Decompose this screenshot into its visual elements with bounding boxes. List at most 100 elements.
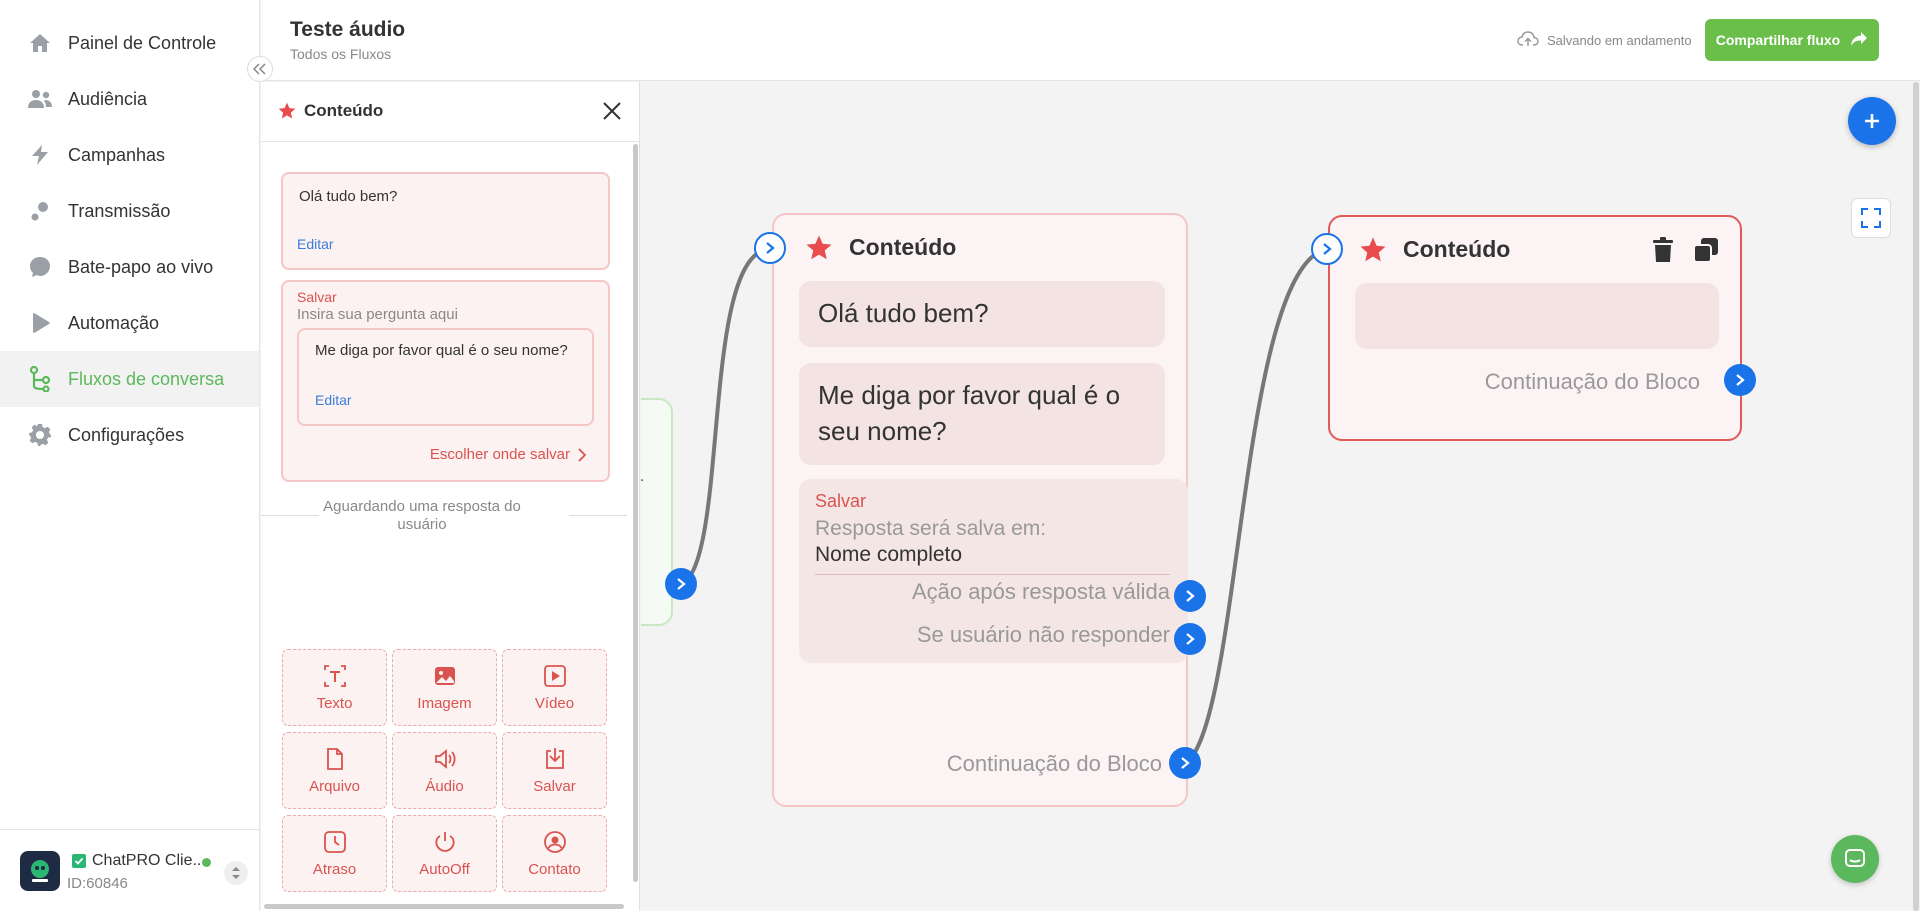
duplicate-icon[interactable] xyxy=(1693,237,1719,268)
block-continuation-port[interactable] xyxy=(1724,364,1756,396)
question-card[interactable]: Me diga por favor qual é o seu nome? Edi… xyxy=(297,328,594,426)
question-text: Me diga por favor qual é o seu nome? xyxy=(315,342,568,359)
save-question-card[interactable]: Salvar Insira sua pergunta aqui Me diga … xyxy=(281,280,610,482)
choose-save-location-link[interactable]: Escolher onde salvar xyxy=(430,446,586,463)
chatpro-logo xyxy=(20,851,60,891)
panel-title: Conteúdo xyxy=(304,101,384,120)
block-continuation-port[interactable] xyxy=(1169,747,1201,779)
close-icon[interactable] xyxy=(601,100,623,127)
saving-status: Salvando em andamento xyxy=(1517,30,1692,51)
sidebar-item-campaigns[interactable]: Campanhas xyxy=(0,127,259,183)
valid-response-port[interactable] xyxy=(1174,580,1206,612)
add-node-button[interactable] xyxy=(1848,97,1896,145)
chevron-right-icon xyxy=(1181,757,1190,769)
content-node-1[interactable]: Conteúdo Olá tudo bem? Me diga por favor… xyxy=(772,213,1188,807)
header: Teste áudio Todos os Fluxos Salvando em … xyxy=(261,0,1920,81)
add-image-button[interactable]: Imagem xyxy=(392,649,497,726)
play-icon xyxy=(26,309,54,337)
panel-header: Conteúdo xyxy=(261,82,640,142)
save-label: Salvar xyxy=(815,491,867,511)
save-hint: Insira sua pergunta aqui xyxy=(297,306,458,323)
bubble-text: Olá tudo bem? xyxy=(818,298,989,328)
node-input-port[interactable] xyxy=(1311,233,1343,265)
add-audio-button[interactable]: Áudio xyxy=(392,732,497,809)
flow-canvas[interactable]: o. Conteúdo Olá tudo bem? Me diga por fa… xyxy=(641,82,1920,911)
block-continuation-label: Continuação do Bloco xyxy=(1484,369,1700,394)
message-bubble[interactable]: Olá tudo bem? xyxy=(799,281,1165,347)
sidebar-item-label: Audiência xyxy=(68,88,148,109)
online-status-dot xyxy=(202,858,211,867)
trash-icon[interactable] xyxy=(1652,237,1674,268)
chevron-right-icon xyxy=(578,447,586,462)
tool-label: Contato xyxy=(528,861,581,878)
account-switcher[interactable]: ChatPRO Clie... ID:60846 xyxy=(0,829,259,911)
block-continuation-label: Continuação do Bloco xyxy=(946,751,1162,776)
share-arrow-icon xyxy=(1850,31,1868,50)
chevron-right-icon xyxy=(1323,243,1332,255)
sidebar-item-settings[interactable]: Configurações xyxy=(0,407,259,463)
edit-question-link[interactable]: Editar xyxy=(315,392,352,408)
sidebar-item-automation[interactable]: Automação xyxy=(0,295,259,351)
gear-icon xyxy=(26,421,54,449)
node-title: Conteúdo xyxy=(849,234,957,260)
tool-label: AutoOff xyxy=(419,861,470,878)
add-text-button[interactable]: Texto xyxy=(282,649,387,726)
add-video-button[interactable]: Vídeo xyxy=(502,649,607,726)
breadcrumb[interactable]: Todos os Fluxos xyxy=(290,46,391,62)
sidebar-item-label: Bate-papo ao vivo xyxy=(68,256,214,277)
add-delay-button[interactable]: Atraso xyxy=(282,815,387,892)
add-contact-button[interactable]: Contato xyxy=(502,815,607,892)
switch-account-icon[interactable] xyxy=(224,861,248,885)
add-save-button[interactable]: Salvar xyxy=(502,732,607,809)
divider xyxy=(815,574,1170,575)
save-download-icon xyxy=(545,748,564,769)
chevron-right-icon xyxy=(1186,590,1195,602)
message-bubble[interactable]: Me diga por favor qual é o seu nome? xyxy=(799,363,1165,465)
account-id: ID:60846 xyxy=(67,875,128,892)
account-name: ChatPRO Clie... xyxy=(92,852,206,869)
sidebar-item-label: Transmissão xyxy=(68,200,171,221)
sidebar: Painel de Controle Audiência Campanhas T… xyxy=(0,0,260,911)
sidebar-item-dashboard[interactable]: Painel de Controle xyxy=(0,15,259,71)
fit-view-button[interactable] xyxy=(1851,198,1891,238)
sidebar-item-conversation-flows[interactable]: Fluxos de conversa xyxy=(0,351,259,407)
text-icon xyxy=(323,665,346,687)
content-node-2[interactable]: Conteúdo Continuação do Bloco xyxy=(1328,215,1742,441)
sidebar-item-broadcast[interactable]: Transmissão xyxy=(0,183,259,239)
chevron-right-icon xyxy=(1186,633,1195,645)
chevron-right-icon xyxy=(1736,374,1745,386)
sidebar-item-live-chat[interactable]: Bate-papo ao vivo xyxy=(0,239,259,295)
save-label: Salvar xyxy=(297,289,337,305)
panel-vertical-scrollbar[interactable] xyxy=(633,144,638,882)
power-icon xyxy=(434,832,455,852)
save-response-section[interactable]: Salvar Resposta será salva em: Nome comp… xyxy=(799,479,1188,663)
tool-label: Texto xyxy=(316,695,353,712)
collapse-sidebar-button[interactable] xyxy=(247,56,273,82)
flow-icon xyxy=(26,365,54,393)
connection-line xyxy=(679,247,768,587)
empty-message-bubble[interactable] xyxy=(1355,283,1719,349)
expand-icon xyxy=(1861,208,1881,228)
image-icon xyxy=(434,667,455,685)
add-autooff-button[interactable]: AutoOff xyxy=(392,815,497,892)
star-icon xyxy=(1358,235,1388,270)
chat-icon xyxy=(1845,849,1865,867)
panel-horizontal-scrollbar[interactable] xyxy=(264,904,624,909)
node-output-port[interactable] xyxy=(665,568,697,600)
add-file-button[interactable]: Arquivo xyxy=(282,732,387,809)
saving-text: Salvando em andamento xyxy=(1547,33,1692,48)
sidebar-item-label: Fluxos de conversa xyxy=(68,368,225,389)
home-icon xyxy=(26,29,54,57)
choose-save-label: Escolher onde salvar xyxy=(429,446,570,463)
support-chat-button[interactable] xyxy=(1831,835,1879,883)
no-response-port[interactable] xyxy=(1174,623,1206,655)
message-card[interactable]: Olá tudo bem? Editar xyxy=(281,172,610,270)
edit-message-link[interactable]: Editar xyxy=(297,236,334,252)
sidebar-item-label: Painel de Controle xyxy=(68,32,217,53)
tool-label: Arquivo xyxy=(309,778,360,795)
tool-label: Áudio xyxy=(425,778,464,795)
sidebar-item-audience[interactable]: Audiência xyxy=(0,71,259,127)
node-input-port[interactable] xyxy=(754,232,786,264)
share-flow-button[interactable]: Compartilhar fluxo xyxy=(1705,19,1879,61)
canvas-scrollbar[interactable] xyxy=(1913,82,1919,911)
